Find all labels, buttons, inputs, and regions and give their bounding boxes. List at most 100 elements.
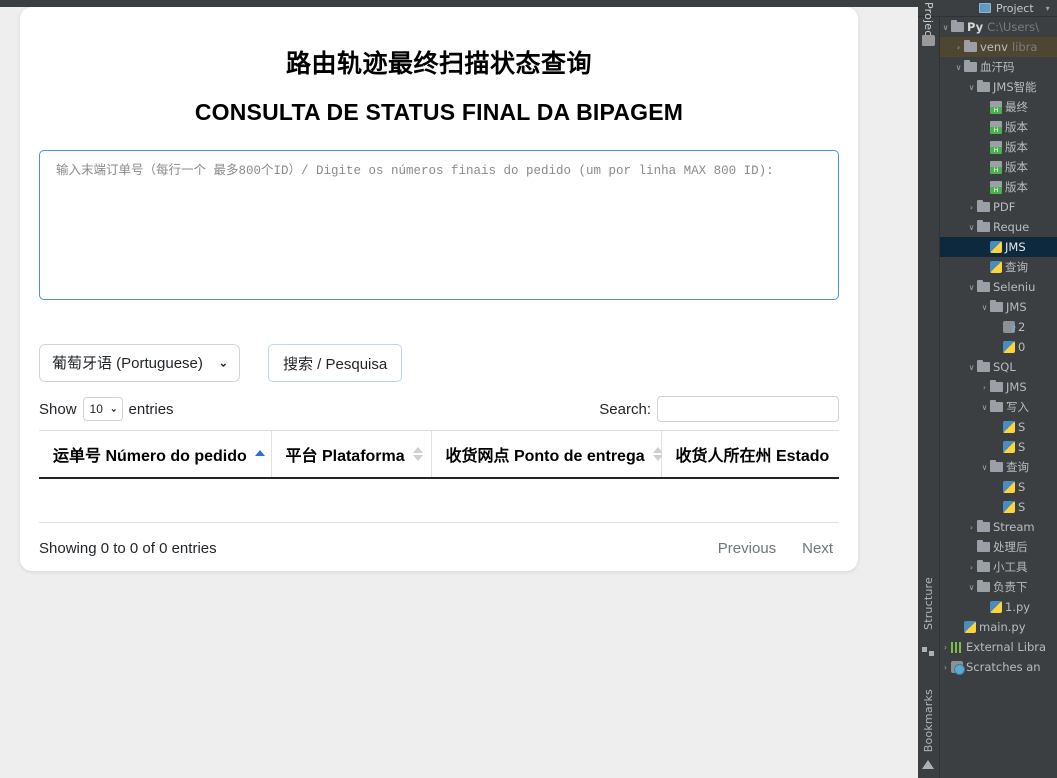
tree-node-path: C:\Users\ bbox=[987, 20, 1039, 34]
page-length-select[interactable]: 10 bbox=[82, 397, 123, 421]
datatable-info: Showing 0 to 0 of 0 entries bbox=[39, 539, 217, 557]
rail-tab-structure[interactable]: Structure bbox=[922, 577, 935, 630]
tree-node[interactable]: ∨ JMS bbox=[940, 297, 1057, 317]
tree-node[interactable]: ›S bbox=[940, 437, 1057, 457]
tree-node[interactable]: › External Libra bbox=[940, 637, 1057, 657]
tree-node[interactable]: ∨ Seleniu bbox=[940, 277, 1057, 297]
tree-node[interactable]: ›版本 bbox=[940, 117, 1057, 137]
column-label: 平台 Plataforma bbox=[285, 448, 405, 465]
chevron-right-icon[interactable]: › bbox=[940, 663, 951, 672]
order-numbers-textarea[interactable] bbox=[39, 150, 839, 300]
language-select[interactable]: 葡萄牙语 (Portuguese) bbox=[39, 344, 240, 382]
tree-node[interactable]: ∨ SQL bbox=[940, 357, 1057, 377]
project-tree[interactable]: ∨PyC:\Users\›venvlibra∨血汗码∨JMS智能›最终›版本›版… bbox=[940, 17, 1057, 778]
tree-node[interactable]: › 小工具 bbox=[940, 557, 1057, 577]
html-file-icon bbox=[990, 121, 1002, 134]
tree-node[interactable]: ›版本 bbox=[940, 177, 1057, 197]
tree-node[interactable]: ∨ 查询 bbox=[940, 457, 1057, 477]
folder-icon bbox=[964, 60, 977, 72]
tree-node-label: Py bbox=[967, 20, 984, 34]
sort-ascending-icon[interactable] bbox=[254, 450, 265, 458]
tree-node[interactable]: › venv libra bbox=[940, 37, 1057, 57]
chevron-down-icon[interactable]: ▾ bbox=[1046, 4, 1050, 13]
chevron-down-icon[interactable]: ∨ bbox=[979, 403, 990, 412]
tree-node[interactable]: ∨ Reque bbox=[940, 217, 1057, 237]
table-body bbox=[39, 478, 839, 523]
chevron-right-icon[interactable]: › bbox=[940, 643, 951, 652]
tree-node-label: main.py bbox=[979, 620, 1026, 634]
tree-node[interactable]: ›版本 bbox=[940, 137, 1057, 157]
python-file-icon bbox=[1003, 441, 1015, 453]
column-header-delivery-point[interactable]: 收货网点 Ponto de entrega bbox=[431, 430, 663, 479]
datatable-footer: Showing 0 to 0 of 0 entries Previous Nex… bbox=[39, 523, 839, 557]
tree-node[interactable]: › PDF bbox=[940, 197, 1057, 217]
search-submit-button[interactable]: 搜索 / Pesquisa bbox=[268, 344, 403, 382]
tree-node[interactable]: ›1.py bbox=[940, 597, 1057, 617]
structure-icon bbox=[922, 647, 935, 658]
browser-top-strip bbox=[0, 0, 918, 7]
tree-node[interactable]: ›查询 bbox=[940, 257, 1057, 277]
tree-node-label: 版本 bbox=[1005, 140, 1028, 154]
tree-node-label: 0 bbox=[1018, 340, 1026, 354]
tree-node[interactable]: ›S bbox=[940, 477, 1057, 497]
tree-node-label: S bbox=[1018, 500, 1026, 514]
folder-icon bbox=[977, 80, 990, 92]
chevron-right-icon[interactable]: › bbox=[953, 43, 964, 52]
tree-node[interactable]: ∨ 负责下 bbox=[940, 577, 1057, 597]
chevron-down-icon[interactable]: ∨ bbox=[966, 363, 977, 372]
python-unknown-file-icon bbox=[1003, 321, 1016, 335]
chevron-right-icon[interactable]: › bbox=[966, 203, 977, 212]
tree-node[interactable]: ∨ 血汗码 bbox=[940, 57, 1057, 77]
chevron-down-icon[interactable]: ∨ bbox=[966, 83, 977, 92]
chevron-right-icon[interactable]: › bbox=[966, 523, 977, 532]
column-header-platform[interactable]: 平台 Plataforma bbox=[271, 430, 432, 479]
table-head: 运单号 Número do pedido 平台 Plataforma 收货网点 … bbox=[39, 430, 839, 479]
tree-node[interactable]: ›JMS bbox=[940, 237, 1057, 257]
next-page-button[interactable]: Next bbox=[802, 540, 833, 557]
sort-none-icon[interactable] bbox=[412, 447, 423, 461]
chevron-down-icon[interactable]: ∨ bbox=[966, 223, 977, 232]
column-header-order-number[interactable]: 运单号 Número do pedido bbox=[39, 430, 272, 479]
table-cell bbox=[271, 478, 431, 523]
tree-node-label: 查询 bbox=[1006, 460, 1029, 474]
chevron-right-icon[interactable]: › bbox=[966, 563, 977, 572]
tree-node[interactable]: › Stream bbox=[940, 517, 1057, 537]
tree-node[interactable]: ∨ 写入 bbox=[940, 397, 1057, 417]
tree-node[interactable]: › Scratches an bbox=[940, 657, 1057, 677]
tree-node[interactable]: ›JMS bbox=[940, 377, 1057, 397]
tree-node-label: venv bbox=[980, 40, 1008, 54]
html-file-icon bbox=[990, 161, 1002, 174]
project-icon bbox=[979, 3, 991, 13]
chevron-right-icon[interactable]: › bbox=[979, 383, 990, 392]
tree-node-label: 写入 bbox=[1006, 400, 1029, 414]
rail-tab-bookmarks[interactable]: Bookmarks bbox=[922, 689, 935, 752]
folder-icon bbox=[977, 580, 990, 592]
previous-page-button[interactable]: Previous bbox=[718, 540, 776, 557]
tree-node[interactable]: ›S bbox=[940, 497, 1057, 517]
tree-node-label: S bbox=[1018, 420, 1026, 434]
tree-node[interactable]: ›main.py bbox=[940, 617, 1057, 637]
tree-node[interactable]: ›0 bbox=[940, 337, 1057, 357]
chevron-down-icon[interactable]: ∨ bbox=[953, 63, 964, 72]
tree-node-path: libra bbox=[1011, 40, 1038, 54]
chevron-down-icon[interactable]: ∨ bbox=[966, 583, 977, 592]
tree-node-label: SQL bbox=[993, 360, 1016, 374]
tree-node[interactable]: ›版本 bbox=[940, 157, 1057, 177]
tree-node[interactable]: ›最终 bbox=[940, 97, 1057, 117]
tree-node[interactable]: ›处理后 bbox=[940, 537, 1057, 557]
page-title-portuguese: CONSULTA DE STATUS FINAL DA BIPAGEM bbox=[194, 99, 684, 125]
chevron-down-icon[interactable]: ∨ bbox=[979, 303, 990, 312]
bookmark-icon bbox=[922, 760, 934, 769]
table-search-input[interactable] bbox=[657, 396, 839, 422]
tree-node[interactable]: ∨ Py C:\Users\ bbox=[940, 17, 1057, 37]
tree-node[interactable]: ›S bbox=[940, 417, 1057, 437]
chevron-down-icon[interactable]: ∨ bbox=[979, 463, 990, 472]
column-header-state[interactable]: 收货人所在州 Estado bbox=[661, 430, 839, 479]
tree-node[interactable]: ›2 bbox=[940, 317, 1057, 337]
tree-node[interactable]: ∨ JMS智能 bbox=[940, 77, 1057, 97]
folder-icon bbox=[977, 520, 990, 532]
screen: 路由轨迹最终扫描状态查询 CONSULTA DE STATUS FINAL DA… bbox=[0, 0, 1057, 778]
ide-toolbar: Project ▾ bbox=[918, 0, 1057, 17]
chevron-down-icon[interactable]: ∨ bbox=[966, 283, 977, 292]
chevron-down-icon[interactable]: ∨ bbox=[940, 23, 951, 32]
